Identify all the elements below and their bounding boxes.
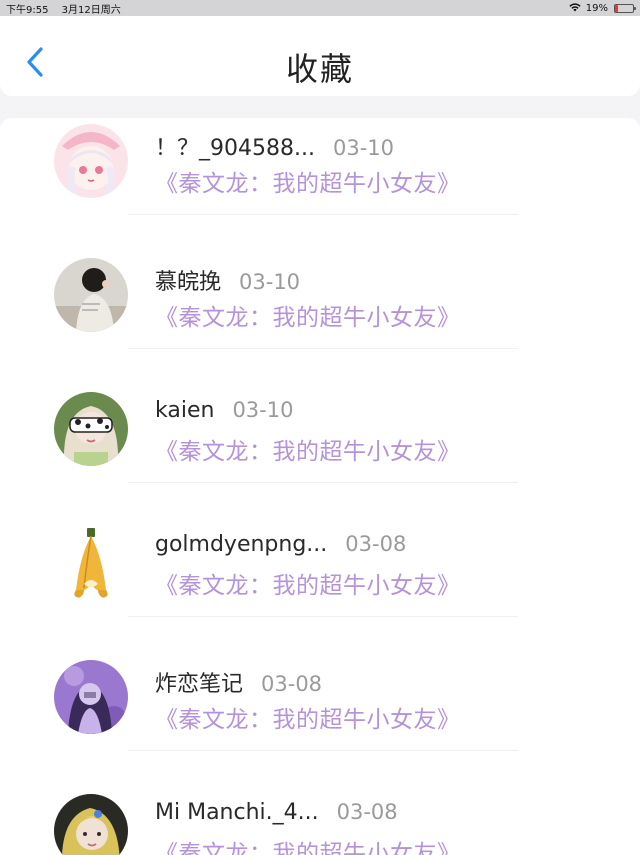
avatar [54, 660, 128, 734]
list-item[interactable]: 炸恋笔记 03-08 《秦文龙：我的超牛小女友》 [0, 616, 640, 751]
favorites-list[interactable]: ！？_904588... 03-10 《秦文龙：我的超牛小女友》 慕皖挽 03-… [0, 118, 640, 855]
favorite-date: 03-08 [345, 532, 407, 556]
favorite-date: 03-10 [239, 270, 301, 294]
wifi-icon [568, 2, 582, 15]
user-name: 慕皖挽 [155, 270, 222, 295]
battery-level [615, 4, 619, 12]
list-item[interactable]: Mi Manchi._4... 03-08 《秦文龙：我的超牛小女友》 [0, 750, 640, 855]
status-bar: 下午9:55 3月12日周六 19% [0, 0, 640, 16]
avatar [54, 124, 128, 198]
battery-icon [614, 3, 636, 13]
status-date: 3月12日周六 [61, 4, 121, 16]
user-name: ！？_904588... [155, 136, 315, 161]
favorite-date: 03-08 [261, 672, 323, 696]
list-item[interactable]: kaien 03-10 《秦文龙：我的超牛小女友》 [0, 348, 640, 483]
page-title: 收藏 [285, 50, 354, 88]
book-title-link[interactable]: 《秦文龙：我的超牛小女友》 [155, 298, 461, 332]
favorite-date: 03-10 [232, 398, 294, 422]
avatar [54, 392, 128, 466]
avatar [54, 526, 128, 600]
book-title-link[interactable]: 《秦文龙：我的超牛小女友》 [155, 834, 461, 855]
book-title-link[interactable]: 《秦文龙：我的超牛小女友》 [155, 164, 461, 198]
favorite-date: 03-08 [336, 800, 398, 824]
nav-bar: 收藏 [0, 16, 640, 96]
user-name: golmdyenpng... [155, 532, 328, 557]
status-time: 下午9:55 [6, 4, 49, 16]
favorite-date: 03-10 [332, 136, 394, 160]
user-name: kaien [155, 398, 215, 423]
book-title-link[interactable]: 《秦文龙：我的超牛小女友》 [155, 700, 461, 734]
book-title-link[interactable]: 《秦文龙：我的超牛小女友》 [155, 566, 461, 600]
user-name: Mi Manchi._4... [155, 800, 319, 825]
book-title-link[interactable]: 《秦文龙：我的超牛小女友》 [155, 432, 461, 466]
avatar [54, 258, 128, 332]
battery-percent: 19% [585, 2, 608, 14]
list-item[interactable]: 慕皖挽 03-10 《秦文龙：我的超牛小女友》 [0, 214, 640, 349]
list-item[interactable]: golmdyenpng... 03-08 《秦文龙：我的超牛小女友》 [0, 482, 640, 617]
user-name: 炸恋笔记 [155, 672, 244, 697]
avatar [54, 794, 128, 855]
